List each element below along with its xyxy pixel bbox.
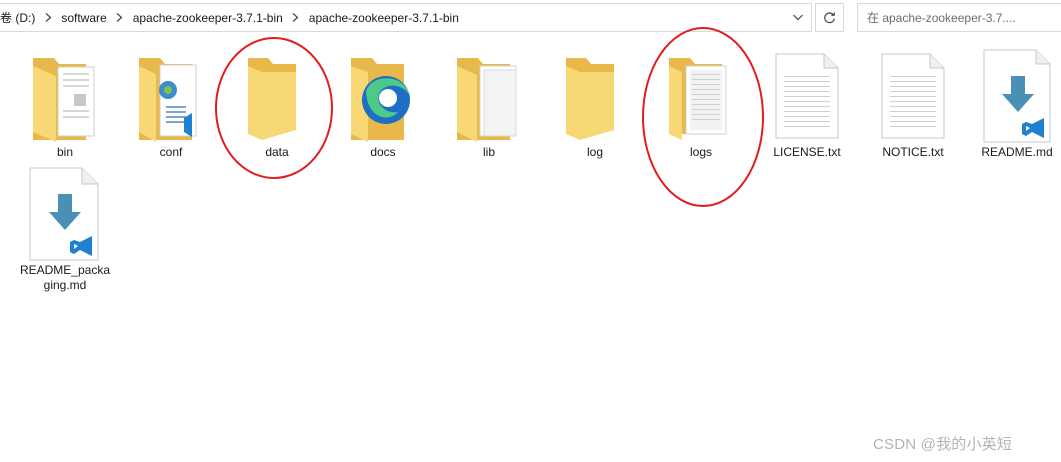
address-bar[interactable]: 卷 (D:) software apache-zookeeper-3.7.1-b… (0, 3, 812, 32)
text-file-icon (864, 48, 962, 144)
chevron-down-icon (792, 14, 803, 21)
breadcrumb-software[interactable]: software (57, 11, 110, 25)
chevron-right-icon[interactable] (111, 4, 129, 31)
file-label: README.md (981, 145, 1053, 159)
folder-icon (652, 48, 750, 144)
refresh-icon (824, 12, 835, 24)
chevron-right-icon[interactable] (39, 4, 57, 31)
address-bar-row: 卷 (D:) software apache-zookeeper-3.7.1-b… (0, 0, 1061, 36)
refresh-button[interactable] (815, 3, 844, 32)
config-folder-icon (122, 48, 220, 144)
folder-icon (440, 48, 538, 144)
file-label: README_packa ging.md (16, 263, 114, 293)
file-label: NOTICE.txt (882, 145, 944, 159)
text-file-icon (758, 48, 856, 144)
file-label: logs (689, 145, 712, 159)
file-label: LICENSE.txt (773, 145, 841, 159)
watermark: CSDN @我的小英短 (873, 436, 1013, 453)
file-label-line: README_packa (19, 263, 111, 277)
file-label: bin (56, 145, 73, 159)
breadcrumb: 卷 (D:) software apache-zookeeper-3.7.1-b… (0, 4, 463, 31)
search-input[interactable]: 在 apache-zookeeper-3.7.... (857, 3, 1061, 32)
address-history-button[interactable] (784, 4, 811, 31)
breadcrumb-zookeeper-outer[interactable]: apache-zookeeper-3.7.1-bin (129, 11, 287, 25)
file-label-line: ging.md (43, 278, 87, 292)
chevron-right-icon[interactable] (287, 4, 305, 31)
folder-icon (228, 48, 326, 144)
file-label: lib (482, 145, 495, 159)
markdown-file-icon (968, 48, 1061, 144)
file-label: docs (370, 145, 396, 159)
file-label: data (265, 145, 289, 159)
breadcrumb-zookeeper-inner[interactable]: apache-zookeeper-3.7.1-bin (305, 11, 463, 25)
folder-icon (546, 48, 644, 144)
breadcrumb-drive[interactable]: 卷 (D:) (0, 9, 39, 26)
folder-icon (16, 48, 114, 144)
file-label: log (586, 145, 603, 159)
markdown-file-icon (16, 166, 114, 262)
file-label: conf (159, 145, 183, 159)
edge-folder-icon (334, 48, 432, 144)
